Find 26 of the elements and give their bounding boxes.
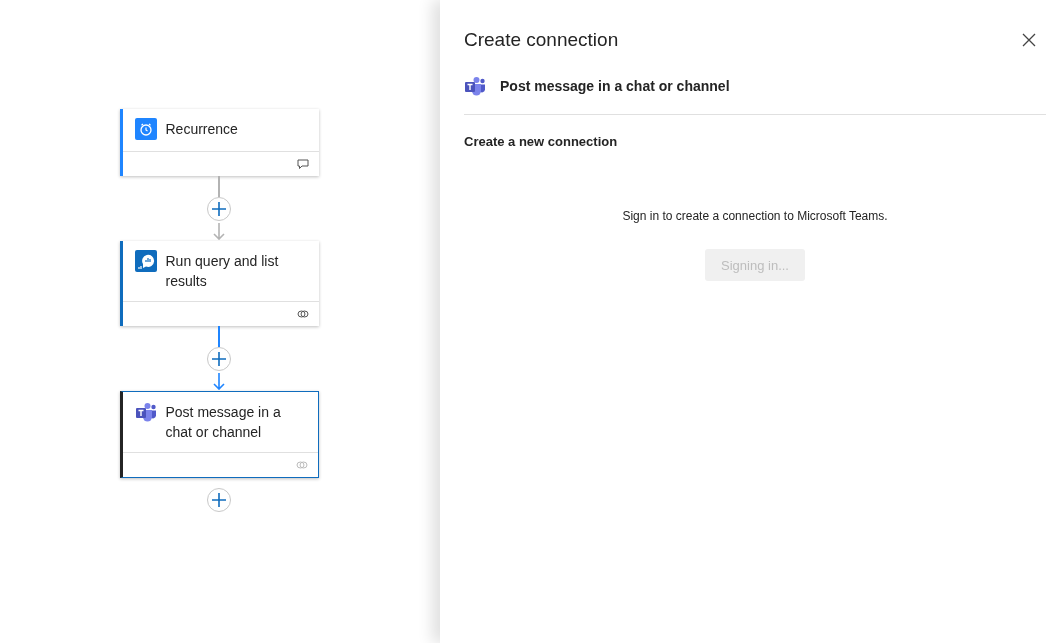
flow-step-card[interactable]: Recurrence [119, 109, 319, 176]
plus-icon [212, 202, 226, 216]
plus-icon [212, 493, 226, 507]
plus-icon [212, 352, 226, 366]
sign-in-message: Sign in to create a connection to Microsoft Teams. [621, 209, 889, 223]
teams-icon [134, 401, 157, 423]
step-title: Run query and list results [165, 252, 280, 291]
teams-icon [464, 75, 486, 97]
step-title: Recurrence [165, 120, 238, 139]
chat-chart-icon [134, 250, 157, 272]
arrow-icon [213, 373, 225, 390]
link-icon[interactable] [296, 309, 309, 319]
arrow-icon [213, 223, 225, 240]
close-button[interactable] [1020, 31, 1038, 49]
flow-step-card[interactable]: Run query and list results [119, 241, 319, 326]
flow-step-card[interactable]: Post message in a chat or channel [119, 391, 319, 478]
step-title: Post message in a chat or channel [165, 403, 282, 442]
alarm-clock-icon [134, 118, 157, 140]
action-title: Post message in a chat or channel [500, 78, 730, 94]
close-icon [1022, 33, 1036, 47]
section-heading: Create a new connection [464, 134, 619, 149]
add-step-button[interactable] [207, 347, 231, 371]
add-step-button[interactable] [207, 197, 231, 221]
comment-icon[interactable] [296, 158, 309, 170]
panel-title: Create connection [464, 29, 619, 51]
add-step-button[interactable] [207, 488, 231, 512]
